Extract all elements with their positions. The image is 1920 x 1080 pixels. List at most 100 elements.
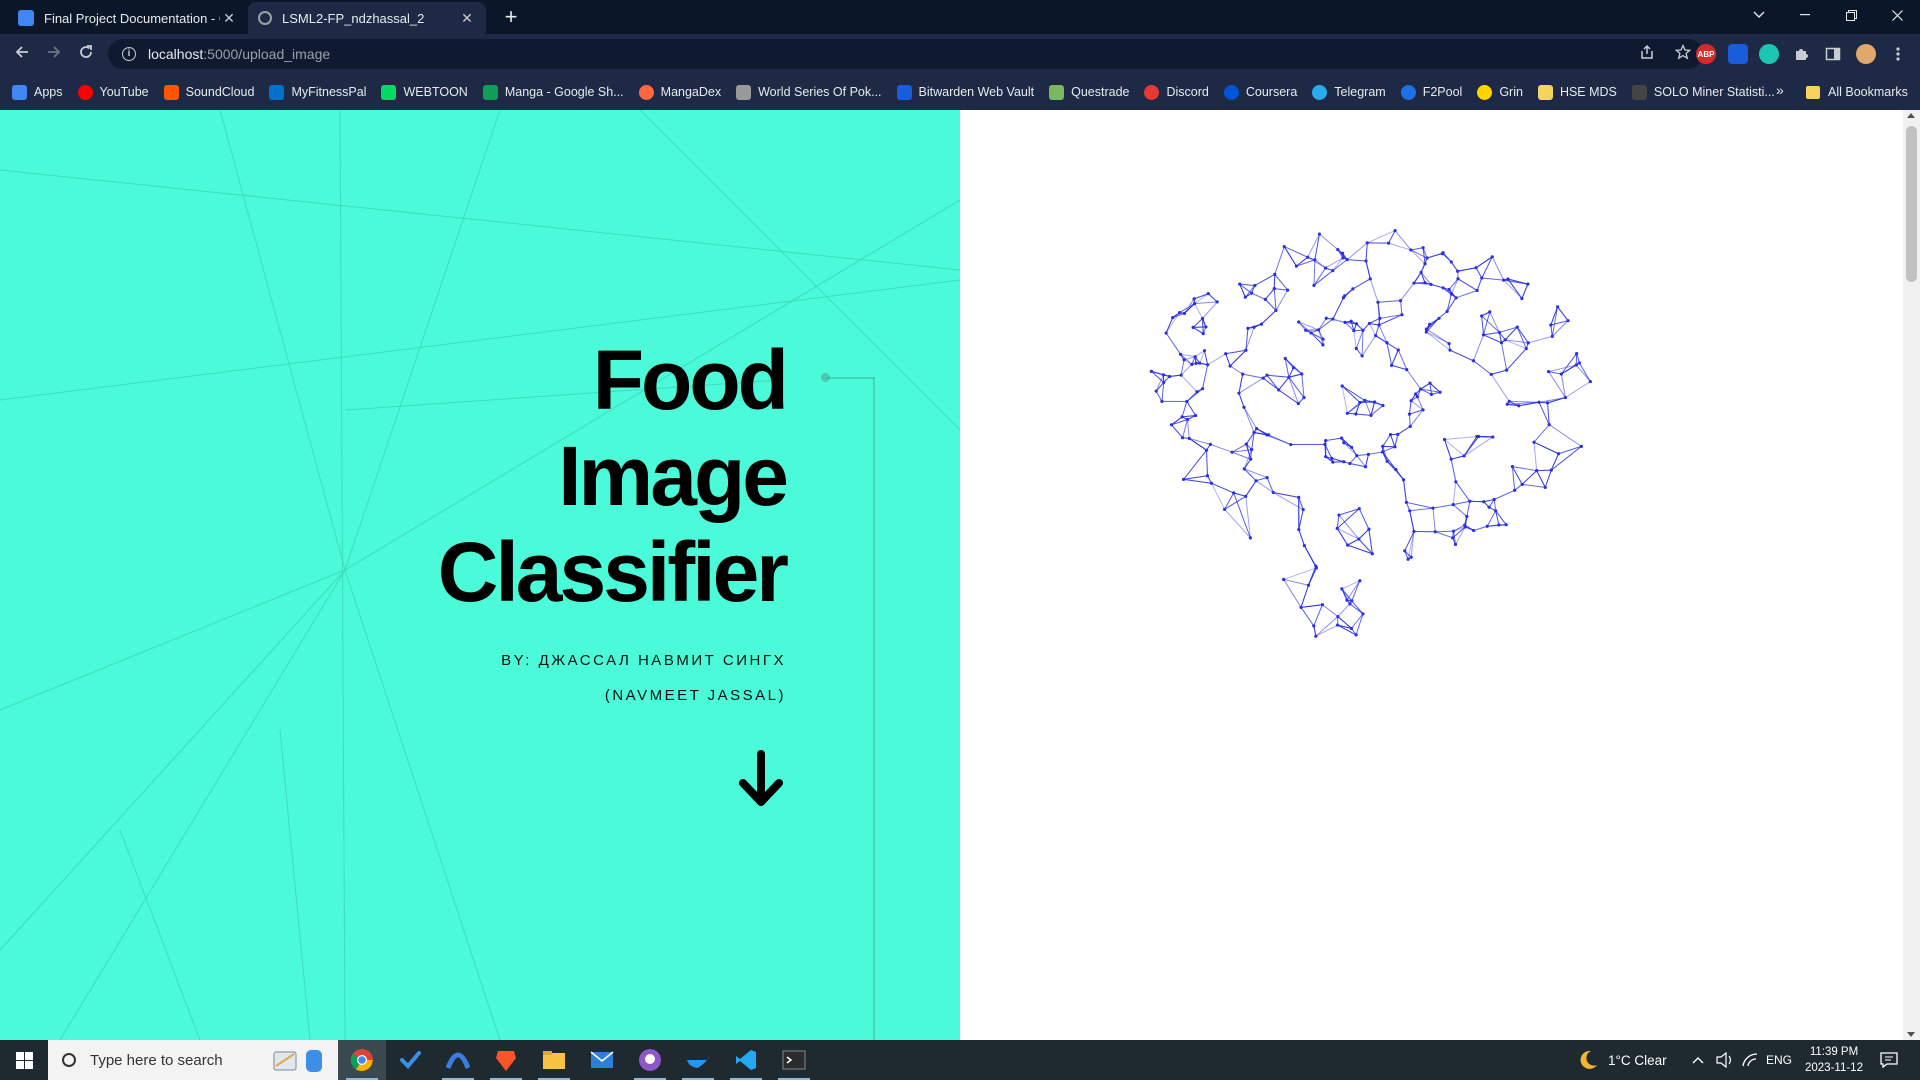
brain-network-node [1367, 527, 1371, 531]
brain-network-node [1192, 301, 1197, 306]
bookmark-bitwarden[interactable]: Bitwarden Web Vault [896, 84, 1034, 100]
brain-network-node [1425, 256, 1429, 260]
web-page: Food Image Classifier BY: ДЖАССАЛ НАВМИТ… [0, 110, 1920, 1040]
brain-network-node [1507, 399, 1511, 403]
brain-network-node [1237, 391, 1241, 395]
bookmark-manga-sheet[interactable]: Manga - Google Sh... [482, 84, 624, 100]
brain-network-node [1364, 259, 1368, 263]
bookmark-f2pool[interactable]: F2Pool [1400, 84, 1462, 100]
brain-network-node [1358, 400, 1362, 405]
brain-network-node [1254, 479, 1258, 483]
brain-network-node [1341, 296, 1346, 300]
brain-network-node [1323, 442, 1327, 446]
clock-date: 2023-11-12 [1805, 1062, 1863, 1074]
taskbar-docker[interactable] [674, 1040, 722, 1080]
brain-network-node [1462, 454, 1466, 458]
bookmarks-overflow-button[interactable]: » [1776, 82, 1784, 98]
bitwarden-icon[interactable] [1728, 44, 1748, 64]
taskbar-arc-browser[interactable] [434, 1040, 482, 1080]
volume-icon[interactable] [1716, 1040, 1734, 1080]
brain-network-node [1205, 474, 1210, 478]
tab-close-icon[interactable]: ✕ [220, 10, 238, 27]
minimize-button[interactable] [1782, 0, 1828, 30]
brain-network-node [1354, 412, 1358, 416]
back-button[interactable] [10, 42, 34, 66]
side-panel-icon[interactable] [1823, 44, 1843, 64]
share-icon[interactable] [1639, 44, 1655, 65]
bookmark-questrade[interactable]: Questrade [1049, 84, 1129, 100]
windows-taskbar: Type here to search 1°C Clear ENG 11:39 … [0, 1040, 1920, 1080]
brain-network-node [1388, 433, 1393, 437]
brain-network-node [1535, 468, 1539, 473]
bookmark-webtoon[interactable]: WEBTOON [381, 84, 468, 100]
brain-network-node [1381, 444, 1385, 448]
bookmark-myfitnesspal[interactable]: MyFitnessPal [269, 84, 366, 100]
scrollbar-thumb[interactable] [1906, 126, 1917, 282]
bookmark-soundcloud[interactable]: SoundCloud [163, 84, 254, 100]
tab-close-icon[interactable]: ✕ [458, 10, 476, 27]
bookmark-star-icon[interactable] [1674, 43, 1692, 65]
brain-network-node [1182, 358, 1186, 362]
tab-final-project-documentation[interactable]: Final Project Documentation - G ✕ [8, 2, 248, 34]
show-hidden-icons-button[interactable] [1692, 1040, 1704, 1080]
taskbar-github-desktop[interactable] [626, 1040, 674, 1080]
extension-circle-icon[interactable] [1759, 44, 1779, 64]
site-info-icon[interactable]: i [122, 47, 136, 61]
reload-button[interactable] [74, 42, 98, 66]
bookmark-apps[interactable]: Apps [12, 84, 63, 100]
scroll-up-icon[interactable] [1907, 113, 1915, 118]
bookmark-grin[interactable]: Grin [1477, 84, 1523, 100]
taskbar-chrome[interactable] [338, 1040, 386, 1080]
taskbar-todo[interactable] [386, 1040, 434, 1080]
extensions-puzzle-icon[interactable] [1791, 44, 1811, 64]
wifi-icon[interactable] [1742, 1040, 1758, 1080]
bookmark-coursera[interactable]: Coursera [1223, 84, 1297, 100]
restore-button[interactable] [1828, 0, 1874, 30]
taskbar-clock[interactable]: 11:39 PM 2023-11-12 [1794, 1044, 1874, 1076]
brain-network-node [1222, 507, 1227, 511]
folder-icon [1537, 84, 1553, 100]
taskbar-file-explorer[interactable] [530, 1040, 578, 1080]
forward-button[interactable] [42, 42, 66, 66]
bookmark-solo-miner[interactable]: SOLO Miner Statisti... [1631, 84, 1775, 100]
brain-network-node [1474, 266, 1478, 270]
page-scrollbar[interactable] [1903, 110, 1920, 1040]
all-bookmarks-button[interactable]: All Bookmarks [1806, 74, 1908, 110]
chrome-menu-icon[interactable] [1888, 44, 1908, 64]
bookmark-discord[interactable]: Discord [1144, 84, 1209, 100]
taskbar-search-input[interactable]: Type here to search [48, 1040, 338, 1080]
language-indicator[interactable]: ENG [1766, 1040, 1792, 1080]
brain-network-node [1271, 490, 1275, 495]
taskbar-vscode[interactable] [722, 1040, 770, 1080]
brain-network-node [1195, 390, 1199, 394]
taskbar-brave[interactable] [482, 1040, 530, 1080]
tab-strip: Final Project Documentation - G ✕ LSML2-… [0, 0, 1920, 34]
taskbar-terminal[interactable] [770, 1040, 818, 1080]
address-bar[interactable]: i localhost:5000/upload_image [108, 39, 1703, 69]
bookmark-youtube[interactable]: YouTube [77, 84, 149, 100]
tab-lsml2-fp[interactable]: LSML2-FP_ndzhassal_2 ✕ [248, 2, 486, 34]
bookmark-wsop[interactable]: World Series Of Pok... [736, 84, 882, 100]
taskbar-mail[interactable] [578, 1040, 626, 1080]
brain-network-node [1194, 361, 1198, 365]
new-tab-button[interactable]: + [498, 5, 524, 31]
windows-start-button[interactable] [0, 1040, 48, 1080]
arrow-down-icon[interactable] [736, 750, 786, 810]
profile-avatar[interactable] [1856, 44, 1876, 64]
notifications-icon[interactable] [1880, 1040, 1898, 1080]
tab-search-icon[interactable] [1736, 0, 1782, 30]
brain-network-node [1577, 361, 1581, 365]
close-window-button[interactable] [1874, 0, 1920, 30]
weather-widget[interactable]: 1°C Clear [1576, 1040, 1667, 1080]
brain-network-node [1390, 363, 1394, 367]
bookmark-mangadex[interactable]: MangaDex [638, 84, 721, 100]
brain-network-node [1468, 499, 1472, 503]
clock-time: 11:39 PM [1809, 1046, 1859, 1058]
brain-network-node [1588, 379, 1592, 384]
brain-network-node [1208, 442, 1212, 446]
bookmark-telegram[interactable]: Telegram [1312, 84, 1386, 100]
brain-network-node [1301, 507, 1305, 512]
adblock-plus-icon[interactable]: ABP [1696, 44, 1716, 64]
bookmark-hse-mds[interactable]: HSE MDS [1537, 84, 1617, 100]
scroll-down-icon[interactable] [1907, 1032, 1915, 1037]
